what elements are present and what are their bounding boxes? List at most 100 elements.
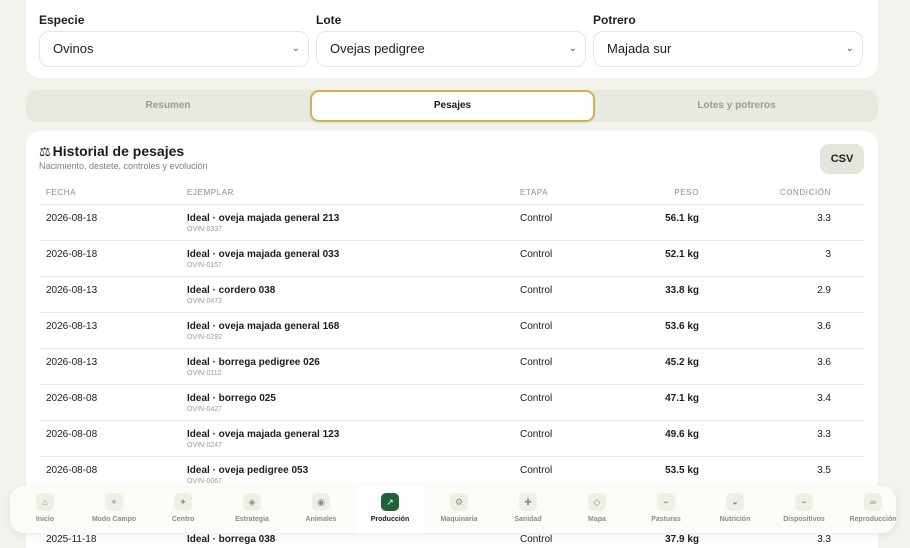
nav-item-produccion[interactable]: ↗ Producción (355, 486, 425, 533)
cell-etapa: Control (520, 465, 553, 476)
nav-item-inicio[interactable]: ⌂ Inicio (10, 486, 80, 533)
column-header-peso[interactable]: PESO (674, 188, 699, 197)
cell-condicion: 3.3 (817, 429, 831, 440)
cell-peso: 56.1 kg (665, 213, 699, 224)
table-row[interactable]: 2026-08-13 Ideal · oveja majada general 1… (39, 313, 865, 349)
table-row[interactable]: 2026-08-13 Ideal · borrega pedigree 026 OV… (39, 349, 865, 385)
crosshair-icon: ⌖ (105, 493, 123, 511)
cell-condicion: 3.4 (817, 393, 831, 404)
filter-potrero-label: Potrero (593, 13, 636, 27)
nav-label: Modo Campo (91, 516, 137, 523)
table-row[interactable]: 2026-08-08 Ideal · borrego 025 OVIN-0427 Co… (39, 385, 865, 421)
nav-item-mapa[interactable]: ◇ Mapa (562, 486, 632, 533)
lote-select[interactable]: Ovejas pedigree ⌄ (316, 31, 586, 67)
half-circle-icon: ◒ (726, 493, 744, 511)
cell-ejemplar: Ideal · cordero 038 (187, 285, 276, 296)
cell-codigo: OVIN-0247 (187, 442, 223, 449)
cell-peso: 33.8 kg (665, 285, 699, 296)
cell-condicion: 3.3 (817, 213, 831, 224)
cell-peso: 37.9 kg (665, 534, 699, 545)
gear-icon: ⚙ (450, 493, 468, 511)
tab-resumen[interactable]: Resumen (26, 90, 310, 122)
plus-cross-icon: ✚ (519, 493, 537, 511)
nav-item-reproduccion[interactable]: ∞ Reproducción (838, 486, 896, 533)
tab-lotes-potreros[interactable]: Lotes y potreros (595, 90, 878, 122)
nav-item-estrategia[interactable]: ◈ Estrategia (217, 486, 287, 533)
leaf-icon: ⌁ (657, 493, 675, 511)
filters-card: Especie Ovinos ⌄ Lote Ovejas pedigree ⌄ … (26, 0, 878, 78)
nav-item-centro[interactable]: ✦ Centro (148, 486, 218, 533)
circle-dot-icon: ◉ (312, 493, 330, 511)
tab-pesajes[interactable]: Pesajes (310, 90, 595, 122)
cell-etapa: Control (520, 213, 553, 224)
cell-codigo: OVIN-0472 (187, 298, 223, 305)
nav-item-animales[interactable]: ◉ Animales (286, 486, 356, 533)
signal-icon: ⌁ (795, 493, 813, 511)
sparkle-icon: ✦ (174, 493, 192, 511)
cell-codigo: OVIN-0337 (187, 226, 223, 233)
cell-condicion: 2.9 (817, 285, 831, 296)
cell-ejemplar: Ideal · oveja majada general 168 (187, 321, 340, 332)
cell-fecha: 2026-08-18 (46, 249, 98, 260)
nav-label: Reproducción (849, 516, 896, 523)
cell-fecha: 2026-08-13 (46, 285, 98, 296)
table-row[interactable]: 2026-08-18 Ideal · oveja majada general 0… (39, 241, 865, 277)
cell-etapa: Control (520, 429, 553, 440)
column-header-condicion[interactable]: CONDICIÓN (780, 188, 831, 197)
cell-ejemplar: Ideal · oveja pedigree 053 (187, 465, 309, 476)
nav-label: Mapa (588, 516, 606, 523)
column-header-fecha[interactable]: FECHA (46, 188, 76, 197)
column-header-etapa[interactable]: ETAPA (520, 188, 548, 197)
potrero-select[interactable]: Majada sur ⌄ (593, 31, 863, 67)
cell-ejemplar: Ideal · oveja majada general 033 (187, 249, 340, 260)
column-header-ejemplar[interactable]: EJEMPLAR (187, 188, 234, 197)
filter-lote: Lote Ovejas pedigree ⌄ (316, 12, 586, 67)
nav-label: Sanidad (514, 516, 542, 523)
especie-select[interactable]: Ovinos ⌄ (39, 31, 309, 67)
nav-item-maquinaria[interactable]: ⚙ Maquinaria (424, 486, 494, 533)
filter-lote-label: Lote (316, 13, 342, 27)
scale-icon: ⚖ (39, 144, 51, 159)
cell-fecha: 2025-11-18 (46, 534, 97, 545)
nav-label: Nutrición (719, 516, 751, 523)
nav-item-nutricion[interactable]: ◒ Nutrición (700, 486, 770, 533)
arrow-up-right-icon: ↗ (381, 493, 399, 511)
section-title: ⚖ Historial de pesajes (39, 143, 184, 160)
cell-fecha: 2026-08-08 (46, 393, 98, 404)
table-row[interactable]: 2026-08-18 Ideal · oveja majada general 2… (39, 205, 865, 241)
cell-codigo: OVIN-0157 (187, 262, 223, 269)
cell-peso: 52.1 kg (665, 249, 699, 260)
csv-export-button[interactable]: CSV (820, 144, 864, 174)
table-row-partial[interactable]: 2025-11-18 Ideal · borrega 038 Control 3… (39, 533, 865, 548)
cell-fecha: 2026-08-13 (46, 357, 98, 368)
table-row[interactable]: 2026-08-08 Ideal · oveja majada general 1… (39, 421, 865, 457)
section-title-text: Historial de pesajes (52, 143, 185, 159)
nav-label: Maquinaria (440, 516, 478, 523)
cell-etapa: Control (520, 285, 553, 296)
nav-item-dispositivos[interactable]: ⌁ Dispositivos (769, 486, 839, 533)
nav-item-sanidad[interactable]: ✚ Sanidad (493, 486, 563, 533)
infinity-icon: ∞ (864, 493, 882, 511)
cell-fecha: 2026-08-13 (46, 321, 98, 332)
nav-label: Dispositivos (783, 516, 825, 523)
cell-fecha: 2026-08-08 (46, 465, 98, 476)
nav-item-pasturas[interactable]: ⌁ Pasturas (631, 486, 701, 533)
cell-fecha: 2026-08-18 (46, 213, 98, 224)
cell-ejemplar: Ideal · borrego 025 (187, 393, 276, 404)
table-row[interactable]: 2026-08-13 Ideal · cordero 038 OVIN-0472 Co… (39, 277, 865, 313)
cell-condicion: 3.6 (817, 357, 831, 368)
nav-item-modo-campo[interactable]: ⌖ Modo Campo (79, 486, 149, 533)
cell-condicion: 3.5 (817, 465, 831, 476)
cell-codigo: OVIN-0292 (187, 334, 223, 341)
filter-especie-label: Especie (39, 13, 85, 27)
cell-ejemplar: Ideal · borrega 038 (187, 534, 276, 545)
potrero-select-value: Majada sur (607, 41, 672, 56)
nav-label: Centro (171, 516, 195, 523)
chevron-down-icon: ⌄ (568, 43, 577, 54)
cell-fecha: 2026-08-08 (46, 429, 98, 440)
cell-peso: 53.5 kg (665, 465, 699, 476)
cell-condicion: 3 (825, 249, 831, 260)
cell-codigo: OVIN-0427 (187, 406, 223, 413)
chevron-down-icon: ⌄ (845, 43, 854, 54)
cell-peso: 45.2 kg (665, 357, 699, 368)
